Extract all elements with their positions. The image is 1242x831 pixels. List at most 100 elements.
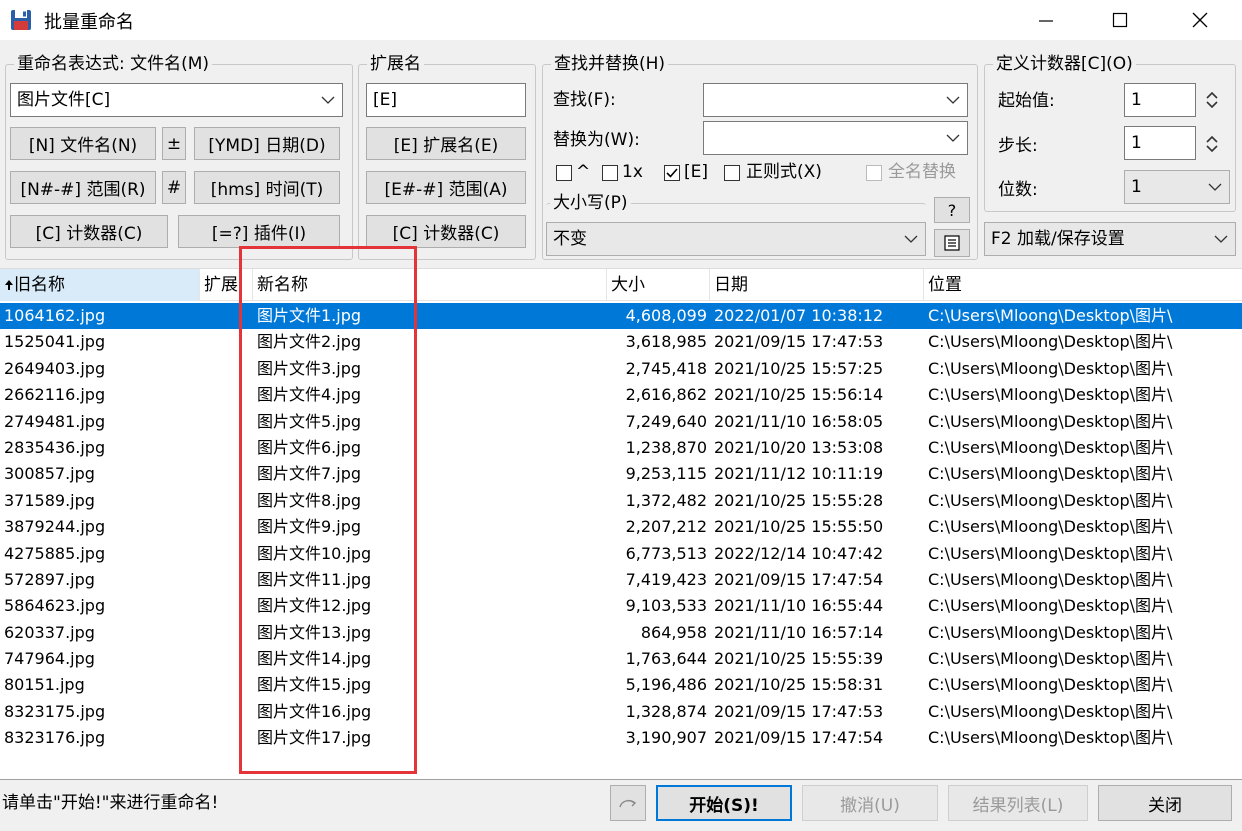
replace-label: 替换为(W): <box>553 130 640 150</box>
find-combo[interactable] <box>703 83 968 117</box>
table-row[interactable]: 1525041.jpg 图片文件2.jpg 3,618,985 2021/09/15 … <box>0 329 1242 355</box>
table-row[interactable]: 2662116.jpg 图片文件4.jpg 2,616,862 2021/10/25 … <box>0 382 1242 408</box>
insert-counter-button[interactable]: [C] 计数器(C) <box>10 215 168 248</box>
regex-label: 正则式(X) <box>746 162 822 182</box>
date-cell: 2021/10/25 15:58:31 <box>714 675 884 695</box>
new-name-cell: 图片文件4.jpg <box>257 385 362 405</box>
settings-combo[interactable]: F2 加载/保存设置 <box>984 222 1236 256</box>
regex-checkbox[interactable] <box>724 165 740 181</box>
table-row[interactable]: 5864623.jpg 图片文件12.jpg 9,103,533 2021/11/10… <box>0 593 1242 619</box>
fullname-label: 全名替换 <box>888 162 956 182</box>
floppy-disk-icon <box>11 10 31 30</box>
table-row[interactable]: 371589.jpg 图片文件8.jpg 1,372,482 2021/10/25 1… <box>0 488 1242 514</box>
status-message: 请单击"开始!"来进行重命名! <box>2 793 219 813</box>
insert-extension-counter-button[interactable]: [C] 计数器(C) <box>366 215 526 248</box>
insert-time-button[interactable]: [hms] 时间(T) <box>194 171 340 204</box>
insert-extension-range-button[interactable]: [E#-#] 范围(A) <box>366 171 526 204</box>
column-new-name[interactable]: 新名称 <box>253 269 607 301</box>
help-button[interactable]: ? <box>934 197 970 223</box>
date-cell: 2021/09/15 17:47:54 <box>714 569 884 589</box>
location-cell: C:\Users\Mloong\Desktop\图片\ <box>928 358 1173 378</box>
extension-option-label: [E] <box>684 162 709 182</box>
digits-combo[interactable]: 1 <box>1124 170 1230 204</box>
table-row[interactable]: 300857.jpg 图片文件7.jpg 9,253,115 2021/11/12 1… <box>0 461 1242 487</box>
new-name-cell: 图片文件2.jpg <box>257 332 362 352</box>
case-combo[interactable]: 不变 <box>546 222 926 256</box>
column-old-name[interactable]: 旧名称 <box>0 269 200 301</box>
insert-plugin-button[interactable]: [=?] 插件(I) <box>178 215 340 248</box>
size-cell: 7,249,640 <box>625 411 707 431</box>
chevron-up-icon <box>1206 91 1218 99</box>
old-name-cell: 1525041.jpg <box>4 332 106 352</box>
table-row[interactable]: 1064162.jpg 图片文件1.jpg 4,608,099 2022/01/07 … <box>0 303 1242 330</box>
location-cell: C:\Users\Mloong\Desktop\图片\ <box>928 332 1173 352</box>
chevron-down-icon <box>1207 171 1223 203</box>
start-value-input[interactable]: 1 <box>1124 83 1196 117</box>
chevron-down-icon <box>945 122 961 154</box>
new-name-cell: 图片文件1.jpg <box>257 306 362 325</box>
extension-input[interactable]: [E] <box>366 83 526 117</box>
table-row[interactable]: 80151.jpg 图片文件15.jpg 5,196,486 2021/10/25 1… <box>0 672 1242 698</box>
column-extension[interactable]: 扩展 <box>200 269 253 301</box>
size-cell: 1,328,874 <box>625 701 707 721</box>
step-spinner[interactable] <box>1200 124 1224 164</box>
file-list[interactable]: 旧名称 扩展 新名称 大小 日期 位置 1064162.jpg 图片文件1.jpg… <box>0 268 1242 780</box>
table-row[interactable]: 8323175.jpg 图片文件16.jpg 1,328,874 2021/09/15… <box>0 699 1242 725</box>
new-name-cell: 图片文件11.jpg <box>257 569 372 589</box>
column-new-name-label: 新名称 <box>257 275 308 295</box>
table-row[interactable]: 620337.jpg 图片文件13.jpg 864,958 2021/11/10 16… <box>0 620 1242 646</box>
column-location[interactable]: 位置 <box>924 269 1242 301</box>
old-name-cell: 747964.jpg <box>4 649 95 669</box>
location-cell: C:\Users\Mloong\Desktop\图片\ <box>928 543 1173 563</box>
undo-button[interactable]: 撤消(U) <box>802 785 938 821</box>
table-row[interactable]: 2835436.jpg 图片文件6.jpg 1,238,870 2021/10/20 … <box>0 435 1242 461</box>
settings-value: F2 加载/保存设置 <box>991 229 1125 249</box>
chevron-up-icon <box>1206 135 1218 143</box>
plusminus-button[interactable]: ± <box>162 127 186 160</box>
step-input[interactable]: 1 <box>1124 126 1196 160</box>
hash-button[interactable]: # <box>162 171 186 204</box>
table-row[interactable]: 3879244.jpg 图片文件9.jpg 2,207,212 2021/10/25 … <box>0 514 1242 540</box>
maximize-button[interactable] <box>1092 0 1148 40</box>
column-date[interactable]: 日期 <box>710 269 924 301</box>
results-list-button[interactable]: 结果列表(L) <box>948 785 1088 821</box>
date-cell: 2022/01/07 10:38:12 <box>714 306 884 325</box>
size-cell: 9,253,115 <box>625 464 707 484</box>
table-row[interactable]: 2649403.jpg 图片文件3.jpg 2,745,418 2021/10/25 … <box>0 356 1242 382</box>
date-cell: 2022/12/14 10:47:42 <box>714 543 884 563</box>
maximize-icon <box>1112 12 1128 28</box>
table-row[interactable]: 2749481.jpg 图片文件5.jpg 7,249,640 2021/11/10 … <box>0 409 1242 435</box>
extension-checkbox[interactable] <box>664 165 680 181</box>
find-replace-title: 查找并替换(H) <box>551 54 669 74</box>
date-cell: 2021/10/20 13:53:08 <box>714 437 884 457</box>
new-name-cell: 图片文件9.jpg <box>257 517 362 537</box>
new-name-cell: 图片文件14.jpg <box>257 649 372 669</box>
start-value-spinner[interactable] <box>1200 80 1224 120</box>
once-checkbox[interactable] <box>602 165 618 181</box>
close-button[interactable]: 关闭 <box>1098 785 1232 821</box>
close-window-button[interactable] <box>1172 0 1228 40</box>
minimize-button[interactable] <box>1018 0 1074 40</box>
old-name-cell: 2835436.jpg <box>4 437 106 457</box>
location-cell: C:\Users\Mloong\Desktop\图片\ <box>928 596 1173 616</box>
replace-combo[interactable] <box>703 121 968 155</box>
insert-extension-button[interactable]: [E] 扩展名(E) <box>366 127 526 160</box>
table-row[interactable]: 572897.jpg 图片文件11.jpg 7,419,423 2021/09/15 … <box>0 567 1242 593</box>
column-size[interactable]: 大小 <box>607 269 710 301</box>
size-cell: 2,616,862 <box>625 385 707 405</box>
extension-title: 扩展名 <box>367 54 424 74</box>
fullname-checkbox[interactable] <box>866 165 882 181</box>
undo-arrow-button[interactable] <box>610 785 646 821</box>
date-cell: 2021/11/12 10:11:19 <box>714 464 884 484</box>
table-row[interactable]: 4275885.jpg 图片文件10.jpg 6,773,513 2022/12/14… <box>0 541 1242 567</box>
rename-expression-combo[interactable]: 图片文件[C] <box>10 83 343 117</box>
once-label: 1x <box>622 162 643 182</box>
insert-date-button[interactable]: [YMD] 日期(D) <box>194 127 340 160</box>
insert-name-range-button[interactable]: [N#-#] 范围(R) <box>10 171 156 204</box>
start-button[interactable]: 开始(S)! <box>656 785 792 821</box>
table-row[interactable]: 8323176.jpg 图片文件17.jpg 3,190,907 2021/09/15… <box>0 725 1242 751</box>
table-row[interactable]: 747964.jpg 图片文件14.jpg 1,763,644 2021/10/25 … <box>0 646 1242 672</box>
edit-list-button[interactable] <box>934 229 970 257</box>
insert-filename-button[interactable]: [N] 文件名(N) <box>10 127 156 160</box>
caret-checkbox[interactable] <box>556 165 572 181</box>
